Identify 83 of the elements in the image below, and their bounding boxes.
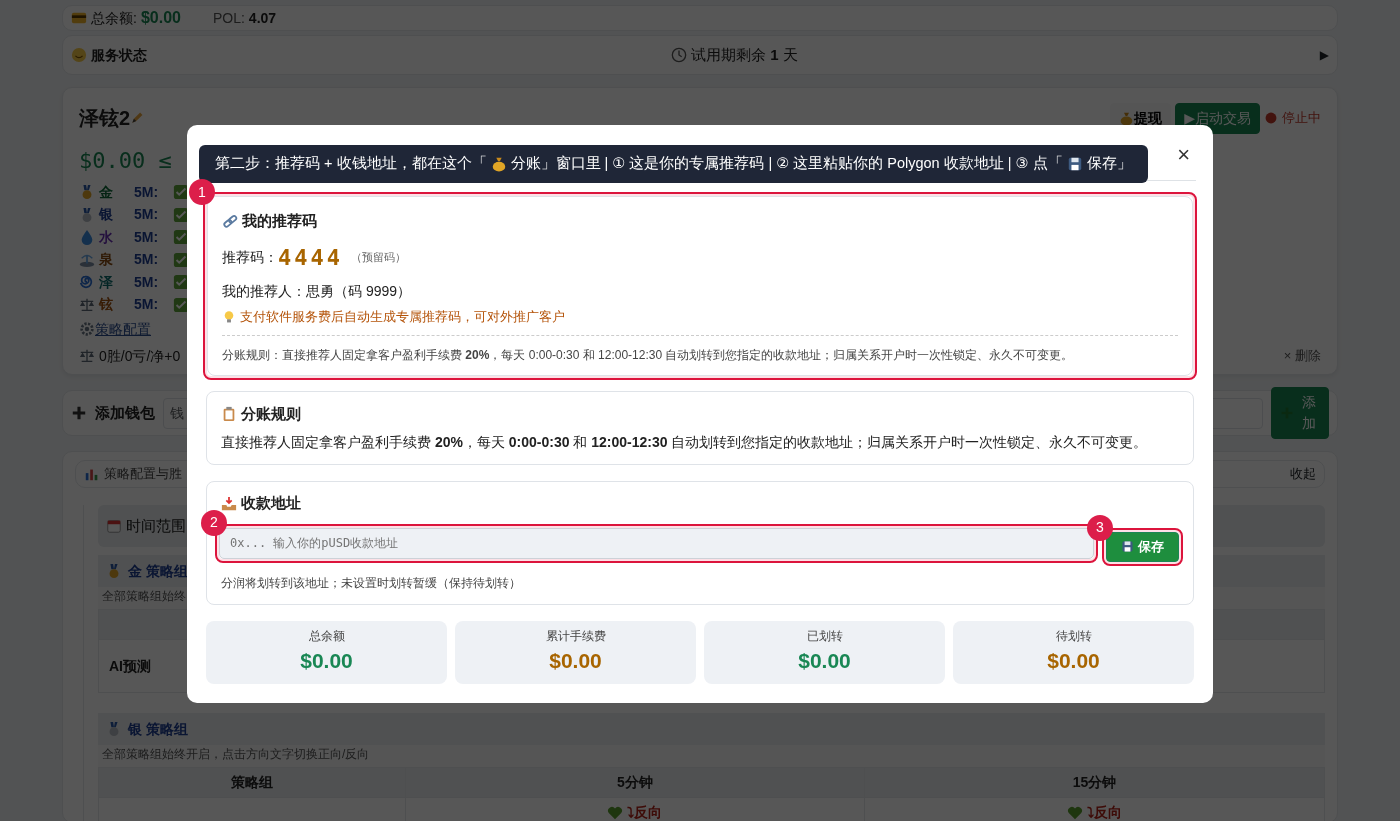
referral-code: 4444 [278,243,343,272]
panel-title: 策略配置与胜 [104,465,182,484]
save-button[interactable]: 保存 [1106,531,1179,562]
rule-text: 分账规则：直接推荐人固定拿客户盈利手续费 20%，每天 0:00-0:30 和 12:00-12:30 自动划转到您指定的收款地址；归属关系开户时一次性锁定、永久不可变更。 [222,348,1074,362]
column-header: 策略组 [98,767,405,798]
section-title: 我的推荐码 [242,210,317,231]
add-button[interactable]: 添加 [1270,387,1329,439]
step-badge: 2 [201,509,227,536]
column-header: 15分钟 [864,767,1325,798]
interval-label: 5M: [134,183,159,200]
section-title: 分账规则 [241,404,301,424]
strategy-name: 铉 [99,296,113,313]
close-button[interactable]: × [1171,143,1196,167]
step-badge: 3 [1087,514,1113,541]
clock-icon [671,47,687,63]
scales-icon [79,296,95,313]
stat-label: 已划转 [806,628,843,646]
interval-label: 5M: [134,251,159,268]
strategy-name: 金 [99,183,113,200]
interval-label: 5M: [134,206,159,223]
code-note: （预留码） [351,249,406,265]
water-drop-icon [79,229,95,246]
light-bulb-icon [222,310,236,324]
expand-toggle[interactable]: ▶ [1319,46,1329,64]
heart-icon [607,804,624,821]
strategy-config-link[interactable]: 策略配置 [95,318,151,340]
win-loss-record: 0胜/0亏/净+0 [99,346,181,366]
section-title: 收款地址 [241,493,301,514]
column-header: 5分钟 [405,767,865,798]
wallet-name: 泽铉2 [79,106,131,131]
row-label: AI预测 [109,657,151,674]
strategy-name: 泽 [99,273,113,290]
pencil-icon [130,111,145,125]
referrer-text: 我的推荐人：思勇（码 9999） [222,282,412,301]
interval-label: 5M: [134,228,159,245]
stat-value: $0.00 [798,648,851,675]
pol-label: POL: [212,8,245,28]
group-title: 银 策略组 [128,719,188,739]
scales-icon [79,348,95,364]
address-note: 分润将划转到该地址；未设置时划转暂缓（保持待划转） [221,574,521,592]
group-title: 金 策略组 [128,561,188,581]
add-wallet-title: 添加钱包 [95,402,155,423]
smiley-icon [71,47,87,63]
time-range-label: 时间范围 [126,515,186,536]
money-bag-icon [1119,110,1135,126]
tour-text: 分账」窗口里 | ① 这是你的专属推荐码 | ② 这里粘贴你的 Polygon 收款地址 | ③ 点「 [510,154,1063,174]
rules-text: 直接推荐人固定拿客户盈利手续费 20%，每天 0:00-0:30 和 12:00-12:30 自动划转到您指定的收款地址；归属关系开户时一次性锁定、永久不可变更。 [221,432,1149,452]
money-bag-icon [490,156,507,172]
interval-label: 5M: [134,296,159,313]
collapse-button[interactable]: 收起 [1290,464,1316,484]
address-input[interactable]: 0x... 输入你的pUSD收款地址 [219,527,1094,559]
tour-text: 保存」 [1086,154,1132,174]
status-dot-icon [1264,111,1278,125]
stat-label: 待划转 [1055,628,1092,646]
strategy-name: 泉 [99,251,113,268]
tour-text: 第二步：推荐码 + 收钱地址，都在这个「 [215,154,487,174]
interval-label: 5M: [134,273,159,290]
promo-tip: 支付软件服务费后自动生成专属推荐码，可对外推广客户 [240,308,565,327]
spiral-icon [79,274,95,291]
gear-icon [79,321,95,337]
inbox-tray-icon [221,495,237,512]
balance-value: $0.00 [140,8,181,28]
trial-status: 试用期剩余 1 天 [691,44,798,65]
balance-label: 总余额: [91,8,137,28]
pol-value: 4.07 [248,8,277,28]
code-label: 推荐码： [222,247,278,267]
strategy-name: 银 [99,206,113,223]
link-icon [222,213,238,229]
service-title: 服务状态 [91,45,147,65]
trading-state: 停止中 [1282,109,1321,128]
credit-card-icon [71,10,87,26]
heart-icon [1067,804,1084,821]
stat-value: $0.00 [549,648,602,675]
wallet-amount: $0.00 ≤ [79,147,172,175]
strategy-name: 水 [99,228,113,245]
stat-value: $0.00 [1047,648,1100,675]
clipboard-icon [221,406,237,423]
calendar-icon [106,518,122,534]
stat-label: 累计手续费 [545,628,606,646]
plus-icon [71,405,87,421]
stat-value: $0.00 [300,648,353,675]
step-badge: 1 [189,179,215,205]
stat-label: 总余额 [308,628,345,646]
